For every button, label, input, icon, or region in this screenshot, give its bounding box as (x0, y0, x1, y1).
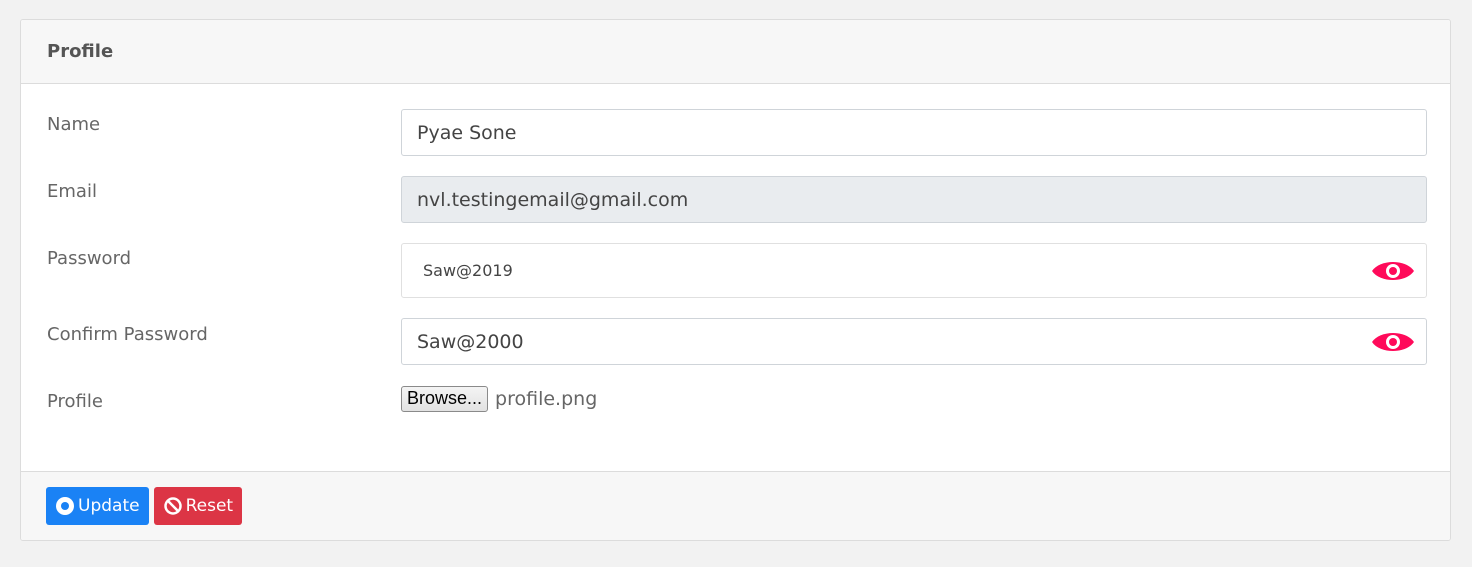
email-field-wrapper (401, 176, 1427, 223)
reset-button-label: Reset (185, 496, 234, 516)
card-title: Profile (47, 41, 114, 62)
card-body: Name Email Password Saw@2019 Confirm Pas… (21, 84, 1450, 473)
confirm-password-field-wrapper (401, 318, 1427, 365)
email-label: Email (47, 181, 97, 202)
email-input (417, 188, 1326, 211)
update-button-label: Update (78, 496, 140, 516)
eye-icon[interactable] (1370, 328, 1416, 356)
ban-icon (163, 497, 182, 515)
card-header: Profile (21, 20, 1450, 84)
confirm-password-label: Confirm Password (47, 324, 208, 345)
password-field-wrapper: Saw@2019 (401, 243, 1427, 298)
name-input[interactable] (417, 121, 1326, 144)
card-footer: Update Reset (21, 471, 1450, 540)
profile-card: Profile Name Email Password Saw@2019 Con… (20, 19, 1451, 541)
eye-icon[interactable] (1370, 257, 1416, 285)
browse-button[interactable]: Browse... (401, 386, 489, 412)
reset-button[interactable]: Reset (153, 487, 243, 525)
name-label: Name (47, 114, 101, 135)
password-label: Password (47, 248, 132, 269)
profile-label: Profile (47, 391, 103, 412)
name-field-wrapper (401, 109, 1427, 156)
confirm-password-input[interactable] (417, 330, 1326, 353)
update-button[interactable]: Update (46, 487, 149, 525)
dot-circle-icon (56, 497, 74, 515)
password-value[interactable]: Saw@2019 (417, 261, 513, 280)
selected-file-name: profile.png (495, 388, 598, 410)
profile-file-input: Browse... profile.png (401, 386, 597, 412)
